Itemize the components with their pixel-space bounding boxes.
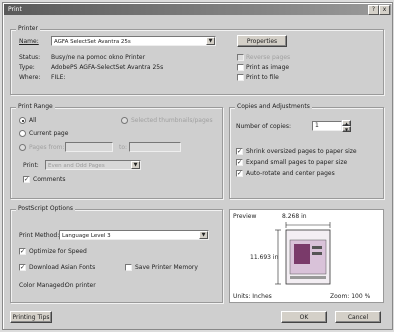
color-managed-label: Color Managed: xyxy=(19,282,67,289)
print-to-file-label: Print to file xyxy=(246,74,279,81)
print-method-select[interactable]: Language Level 3 ▼ xyxy=(59,230,209,240)
optimize-speed-label: Optimize for Speed xyxy=(29,248,87,255)
pages-from-radio[interactable] xyxy=(19,144,26,151)
number-of-copies-input[interactable]: 1 xyxy=(312,121,342,131)
type-label: Type: xyxy=(19,64,35,71)
print-as-image-label: Print as image xyxy=(246,64,290,71)
copies-group: Copies and Adjustments Number of copies:… xyxy=(229,103,384,199)
status-label: Status: xyxy=(19,54,41,61)
postscript-options-group: PostScript Options Print Method: Languag… xyxy=(10,205,223,303)
printer-name-label: Name: xyxy=(19,38,39,45)
printer-name-select[interactable]: AGFA SelectSet Avantra 25s ▼ xyxy=(51,36,216,46)
download-fonts-label: Download Asian Fonts xyxy=(29,264,96,271)
autorotate-checkbox[interactable]: ✓ xyxy=(236,170,243,177)
window-title: Print xyxy=(8,6,22,13)
current-page-label: Current page xyxy=(29,130,69,137)
current-page-radio[interactable] xyxy=(19,130,26,137)
chevron-down-icon[interactable]: ▼ xyxy=(131,161,140,169)
autorotate-label: Auto-rotate and center pages xyxy=(246,170,335,177)
print-range-group: Print Range All Selected thumbnails/page… xyxy=(10,103,223,199)
where-value: FILE: xyxy=(51,74,66,81)
selected-thumbnails-label: Selected thumbnails/pages xyxy=(131,117,213,124)
save-memory-label: Save Printer Memory xyxy=(135,264,198,271)
print-subset-select[interactable]: Even and Odd Pages ▼ xyxy=(45,160,141,170)
comments-label: Comments xyxy=(33,176,66,183)
print-to-file-checkbox[interactable] xyxy=(237,74,244,81)
zoom-label: Zoom: 100 % xyxy=(330,293,371,300)
print-as-image-checkbox[interactable] xyxy=(237,64,244,71)
help-button[interactable]: ? xyxy=(368,5,379,15)
shrink-pages-label: Shrink oversized pages to paper size xyxy=(246,148,357,155)
color-managed-value: On printer xyxy=(65,282,96,289)
chevron-down-icon[interactable]: ▼ xyxy=(199,231,208,239)
ok-button[interactable]: OK xyxy=(281,311,327,323)
chevron-down-icon[interactable]: ▼ xyxy=(206,37,215,45)
print-range-group-label: Print Range xyxy=(16,103,55,110)
title-bar: Print ? x xyxy=(4,4,391,15)
close-button[interactable]: x xyxy=(379,5,390,15)
printer-group-label: Printer xyxy=(16,25,40,32)
type-value: AdobePS AGFA-SelectSet Avantra 25s xyxy=(51,64,164,71)
preview-panel: Preview 8.268 in 11.693 in Units: Inches… xyxy=(229,209,384,303)
pages-from-label: Pages from: xyxy=(29,144,65,151)
preview-height-dimension: 11.693 in xyxy=(250,254,279,261)
properties-button[interactable]: Properties xyxy=(237,35,287,47)
all-label: All xyxy=(29,117,37,124)
print-dialog: Print ? x Printer Name: AGFA SelectSet A… xyxy=(2,2,393,330)
pages-from-field[interactable] xyxy=(65,142,113,152)
all-radio[interactable] xyxy=(19,117,26,124)
decrement-arrow-icon[interactable]: ▼ xyxy=(342,126,351,132)
pages-to-field[interactable] xyxy=(129,142,181,152)
printer-name-value: AGFA SelectSet Avantra 25s xyxy=(54,39,131,45)
cancel-button[interactable]: Cancel xyxy=(335,311,381,323)
printing-tips-button[interactable]: Printing Tips xyxy=(10,311,52,323)
print-method-label: Print Method: xyxy=(19,232,60,239)
printer-group: Printer Name: AGFA SelectSet Avantra 25s… xyxy=(10,25,384,95)
units-label: Units: Inches xyxy=(233,293,272,300)
reverse-pages-checkbox[interactable] xyxy=(237,54,244,61)
where-label: Where: xyxy=(19,74,41,81)
print-method-value: Language Level 3 xyxy=(62,233,111,239)
expand-pages-checkbox[interactable]: ✓ xyxy=(236,159,243,166)
status-value: Busy/ne na pomoc okno Printer xyxy=(51,54,146,61)
copies-group-label: Copies and Adjustments xyxy=(235,103,312,110)
selected-thumbnails-radio[interactable] xyxy=(121,117,128,124)
download-fonts-checkbox[interactable]: ✓ xyxy=(19,264,26,271)
optimize-speed-checkbox[interactable]: ✓ xyxy=(19,248,26,255)
expand-pages-label: Expand small pages to paper size xyxy=(246,159,348,166)
reverse-pages-label: Reverse pages xyxy=(246,54,291,61)
save-memory-checkbox[interactable] xyxy=(125,264,132,271)
postscript-group-label: PostScript Options xyxy=(16,205,76,212)
comments-checkbox[interactable]: ✓ xyxy=(23,176,30,183)
print-subset-value: Even and Odd Pages xyxy=(48,163,105,169)
print-subset-label: Print: xyxy=(23,162,39,169)
pages-to-label: to: xyxy=(119,144,128,151)
number-of-copies-value: 1 xyxy=(315,122,319,129)
number-of-copies-label: Number of copies: xyxy=(236,123,291,130)
shrink-pages-checkbox[interactable]: ✓ xyxy=(236,148,243,155)
